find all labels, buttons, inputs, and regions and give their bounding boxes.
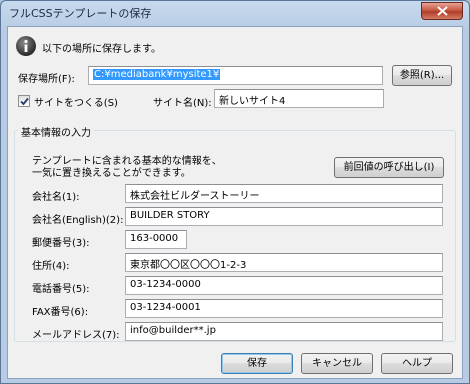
email-input[interactable]: info@builder**.jp	[125, 322, 443, 341]
location-input[interactable]: C:¥mediabank¥mysite1¥	[88, 66, 383, 85]
browse-button[interactable]: 参照(R)...	[392, 65, 452, 86]
info-icon	[16, 36, 36, 56]
postal-code-input[interactable]: 163-0000	[125, 230, 187, 249]
field-label-email: メールアドレス(7):	[32, 330, 120, 341]
field-label-phone: 電話番号(5):	[32, 284, 90, 295]
close-icon	[437, 6, 448, 16]
save-button[interactable]: 保存	[221, 353, 293, 374]
location-path: C:¥mediabank¥mysite1¥	[93, 69, 221, 80]
field-label-address: 住所(4):	[32, 261, 70, 272]
dialog-body: 以下の場所に保存します。 保存場所(F): C:¥mediabank¥mysit…	[7, 26, 463, 379]
help-button[interactable]: ヘルプ	[381, 353, 453, 374]
close-button[interactable]	[421, 2, 463, 20]
company-name-input[interactable]: 株式会社ビルダーストーリー	[125, 184, 443, 203]
field-label-postal-code: 郵便番号(3):	[32, 238, 90, 249]
fax-input[interactable]: 03-1234-0001	[125, 299, 443, 318]
basic-info-group-label: 基本情報の入力	[18, 124, 94, 139]
create-site-label: サイトをつくる(S)	[34, 98, 118, 109]
cancel-button[interactable]: キャンセル	[301, 353, 373, 374]
info-message: 以下の場所に保存します。	[42, 44, 161, 55]
field-label-company-english: 会社名(English)(2):	[32, 215, 124, 226]
address-input[interactable]: 東京都〇〇区〇〇〇1-2-3	[125, 253, 443, 272]
save-template-dialog: フルCSSテンプレートの保存 以下の場所に保存します。 保存場所(F): C:¥…	[0, 0, 470, 384]
checkmark-icon	[20, 97, 29, 106]
phone-input[interactable]: 03-1234-0000	[125, 276, 443, 295]
create-site-checkbox[interactable]	[18, 95, 30, 107]
title-bar: フルCSSテンプレートの保存	[1, 1, 469, 25]
window-title: フルCSSテンプレートの保存	[9, 7, 152, 20]
description-line-2: 一気に置き換えることができます。	[32, 168, 191, 179]
recall-previous-button[interactable]: 前回値の呼び出し(I)	[334, 157, 444, 178]
location-label: 保存場所(F):	[18, 74, 75, 85]
site-name-input[interactable]: 新しいサイト4	[214, 89, 384, 108]
site-name-label: サイト名(N):	[153, 98, 212, 109]
field-label-fax: FAX番号(6):	[32, 307, 89, 318]
field-label-company: 会社名(1):	[32, 192, 80, 203]
company-name-english-input[interactable]: BUILDER STORY	[125, 207, 443, 226]
